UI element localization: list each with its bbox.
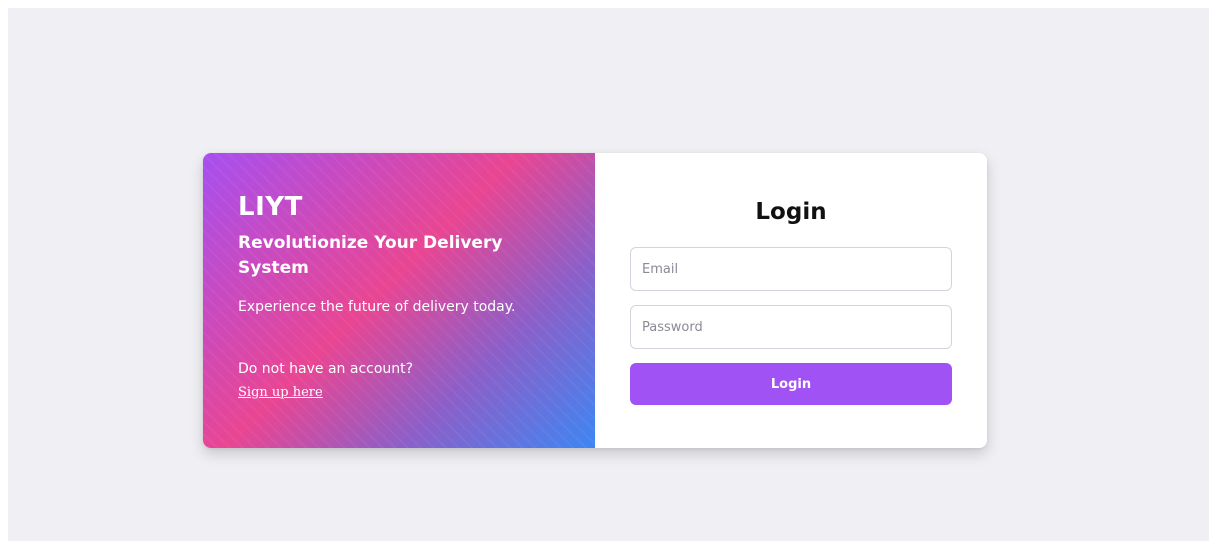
login-form-panel: Login Login — [595, 153, 987, 448]
promo-headline: Revolutionize Your Delivery System — [238, 233, 503, 278]
signup-link[interactable]: Sign up here — [238, 385, 323, 400]
login-title: Login — [755, 199, 827, 225]
login-card: LIYT Revolutionize Your Delivery System … — [203, 153, 987, 448]
brand-name: LIYT — [238, 192, 303, 222]
email-input[interactable] — [630, 247, 952, 291]
page-background: LIYT Revolutionize Your Delivery System … — [8, 8, 1209, 541]
promo-panel: LIYT Revolutionize Your Delivery System … — [203, 153, 595, 448]
promo-subtitle: Experience the future of delivery today. — [238, 299, 516, 315]
no-account-text: Do not have an account? — [238, 361, 414, 377]
login-button[interactable]: Login — [630, 363, 952, 405]
password-input[interactable] — [630, 305, 952, 349]
